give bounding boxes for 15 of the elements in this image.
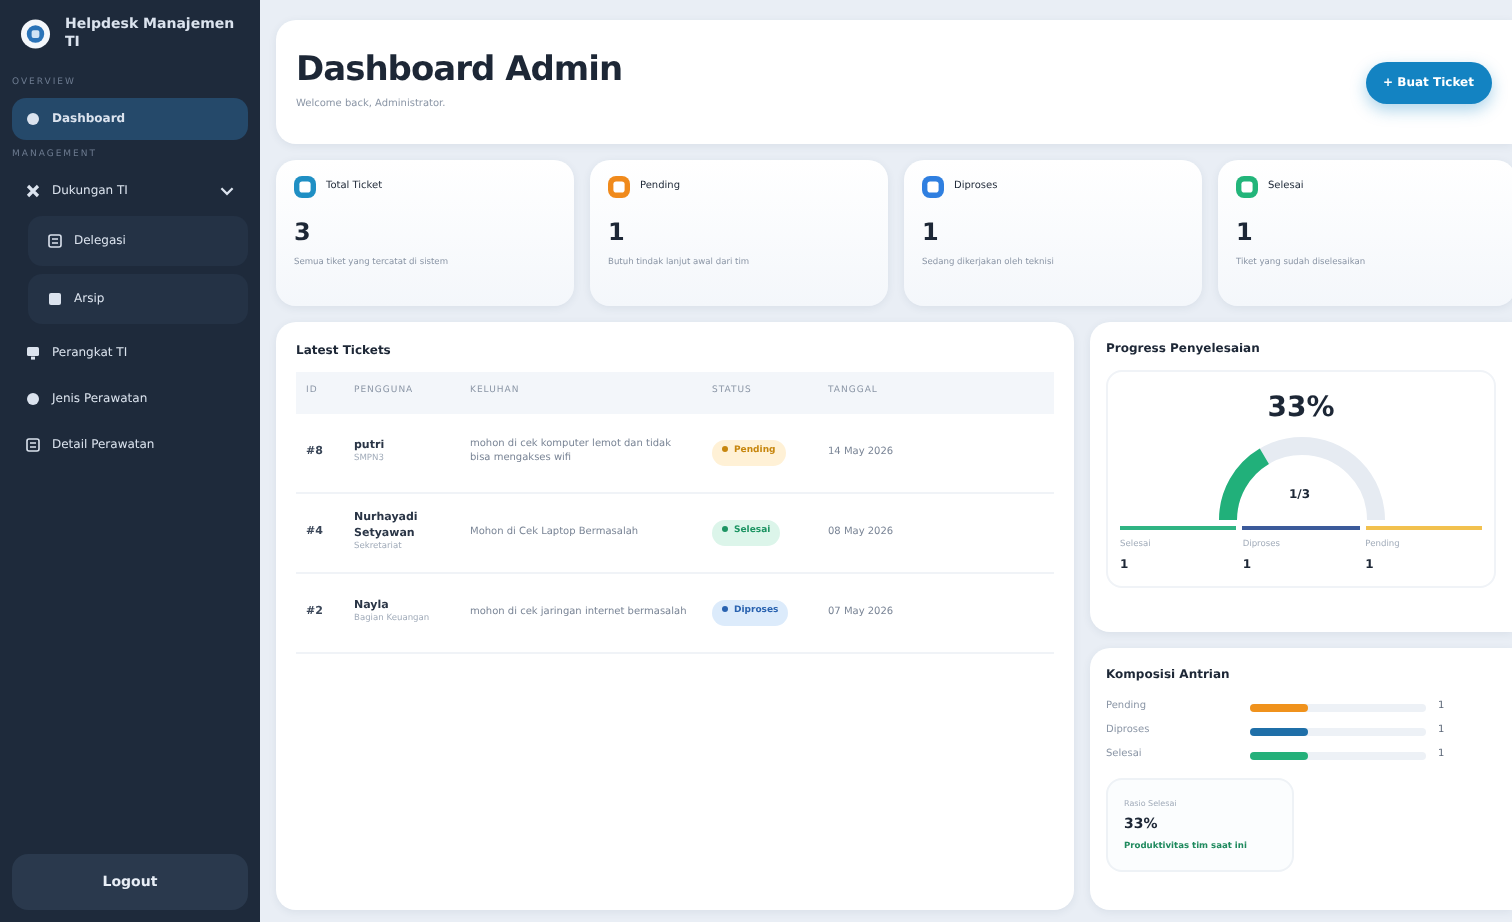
stat-value: 3	[294, 216, 313, 250]
list-icon	[26, 437, 40, 452]
stat-value: 1	[922, 216, 941, 250]
square-icon	[48, 291, 62, 306]
monitor-icon	[26, 345, 40, 360]
page-title: Dashboard Admin	[296, 50, 623, 91]
list-icon	[48, 233, 62, 248]
logo-icon	[20, 18, 51, 51]
dot-icon	[26, 111, 40, 126]
stat-value: 1	[1236, 216, 1255, 250]
dot-icon	[26, 391, 40, 406]
caret-icon	[220, 183, 234, 198]
stat-value: 1	[608, 216, 627, 250]
progress-percent: 33%	[1265, 390, 1337, 428]
gauge-fill	[1218, 448, 1269, 521]
